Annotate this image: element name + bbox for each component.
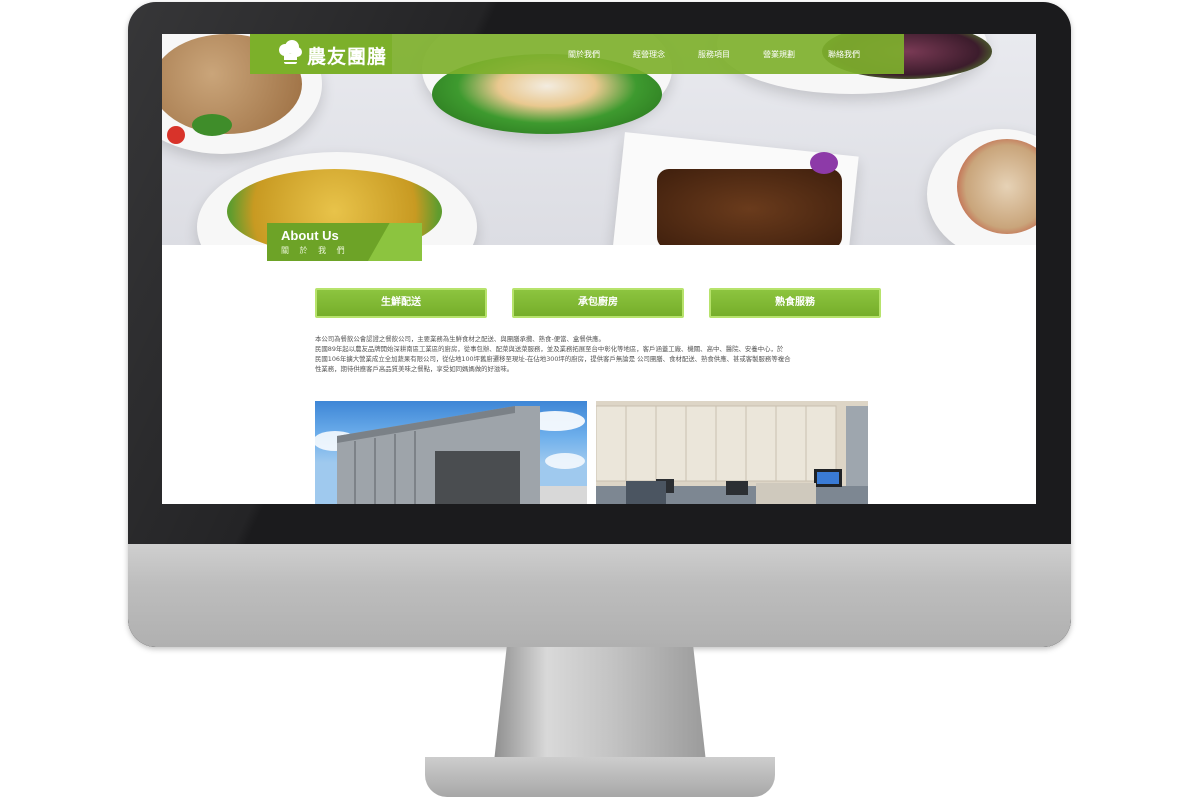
section-title-zh: 關 於 我 們 [281,246,349,255]
intro-line: 民國106年擴大營業成立全加蔬果有限公司，從佔地100坪舊廚遷移至現址-在佔地3… [315,355,791,363]
section-title-en: About Us [281,228,339,243]
intro-line: 性業務，期待供應客戶高品質美味之餐點，享受如同媽媽做的好滋味。 [315,365,514,373]
monitor-stand-base [425,757,775,797]
nav-contact[interactable]: 聯絡我們 [828,49,860,60]
nav-philosophy[interactable]: 經營理念 [633,49,665,60]
photo-warehouse [315,401,587,504]
website-screen: 農友團膳 關於我們 經營理念 服務項目 營業規劃 聯絡我們 About Us 關… [162,34,1036,504]
service-fresh-delivery-button[interactable]: 生鮮配送 [315,288,487,318]
intro-paragraph: 本公司為餐飲公會認證之餐飲公司，主要業務為生鮮食材之配送、與團膳承攬、熟食-便當… [315,334,855,374]
warehouse-illustration [315,406,587,504]
photo-office [596,401,868,504]
monitor-stand [494,647,706,762]
site-logo[interactable]: 農友團膳 [250,34,392,74]
tomato-garnish [167,126,185,144]
main-nav: 關於我們 經營理念 服務項目 營業規劃 聯絡我們 [568,34,893,74]
intro-line: 民國89年起以農友品牌開始深耕南區工業區的廚房，從事包辦、配菜與送菜服務，並及業… [315,345,784,353]
site-header: 農友團膳 關於我們 經營理念 服務項目 營業規劃 聯絡我們 [250,34,904,74]
office-illustration [596,401,868,504]
orchid-garnish [810,152,838,174]
nav-services[interactable]: 服務項目 [698,49,730,60]
nav-business-plan[interactable]: 營業規劃 [763,49,795,60]
monitor-chin [128,544,1071,647]
service-buttons: 生鮮配送 承包廚房 熟食服務 [315,288,885,320]
nav-about[interactable]: 關於我們 [568,49,600,60]
site-logo-text: 農友團膳 [307,46,388,68]
intro-line: 本公司為餐飲公會認證之餐飲公司，主要業務為生鮮食材之配送、與團膳承攬、熟食-便當… [315,335,605,343]
hero-banner: 農友團膳 關於我們 經營理念 服務項目 營業規劃 聯絡我們 [162,34,1036,245]
chef-hat-icon [279,40,302,64]
ribs-dish [657,169,842,245]
service-cooked-food-button[interactable]: 熟食服務 [709,288,881,318]
service-kitchen-contract-button[interactable]: 承包廚房 [512,288,684,318]
lettuce-garnish [192,114,232,136]
